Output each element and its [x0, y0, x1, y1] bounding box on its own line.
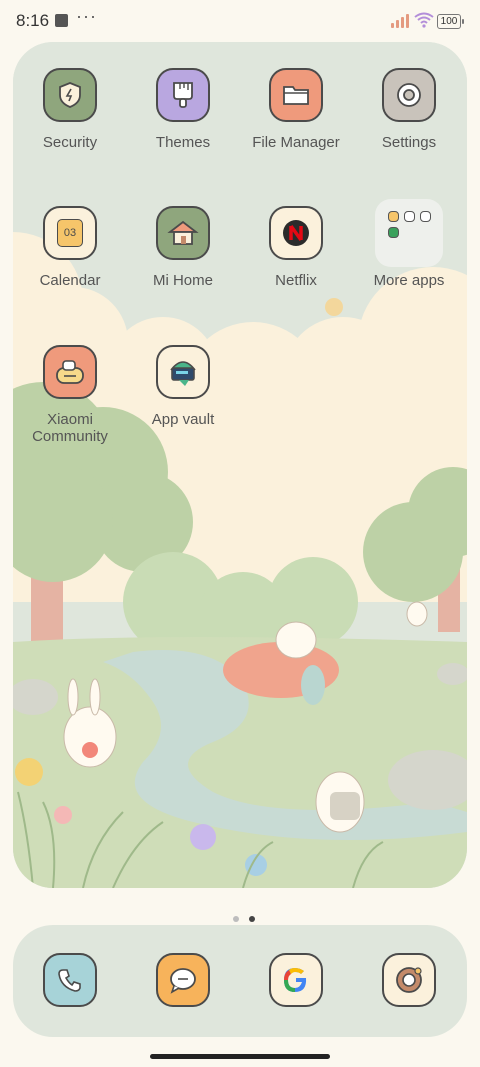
dock — [13, 925, 467, 1037]
app-app-vault[interactable]: App vault — [128, 345, 238, 428]
app-label: File Manager — [252, 134, 340, 151]
app-settings[interactable]: Settings — [354, 68, 464, 151]
app-security[interactable]: Security — [15, 68, 125, 151]
page-dot — [233, 916, 239, 922]
app-mi-home[interactable]: Mi Home — [128, 206, 238, 289]
app-xiaomi-community[interactable]: Xiaomi Community — [15, 345, 125, 445]
gear-icon — [382, 68, 436, 122]
app-label: More apps — [373, 272, 445, 289]
status-bar: 8:16 ··· 100 — [0, 0, 480, 42]
app-label: Mi Home — [152, 272, 213, 289]
wifi-icon — [414, 12, 434, 28]
wallpaper-illustration — [13, 42, 467, 888]
status-time: 8:16 — [16, 11, 50, 30]
calendar-icon: 03 — [43, 206, 97, 260]
wallpaper — [13, 42, 467, 888]
dock-chrome[interactable] — [241, 953, 351, 1007]
app-netflix[interactable]: Netflix — [241, 206, 351, 289]
message-icon — [156, 953, 210, 1007]
app-themes[interactable]: Themes — [128, 68, 238, 151]
battery-icon: 100 — [437, 14, 464, 29]
app-label: Security — [42, 134, 98, 151]
home-indicator[interactable] — [150, 1054, 330, 1059]
app-label: App vault — [151, 411, 215, 428]
calendar-day: 03 — [57, 219, 83, 247]
brush-icon — [156, 68, 210, 122]
app-calendar[interactable]: 03 Calendar — [15, 206, 125, 289]
netflix-icon — [269, 206, 323, 260]
phone-icon — [43, 953, 97, 1007]
camera-icon — [382, 953, 436, 1007]
app-label: Xiaomi Community — [32, 411, 108, 445]
app-label: Themes — [155, 134, 211, 151]
signal-icon — [391, 14, 409, 28]
folder-icon — [269, 68, 323, 122]
app-label: Netflix — [275, 272, 317, 289]
shield-icon — [43, 68, 97, 122]
google-icon — [269, 953, 323, 1007]
house-icon — [156, 206, 210, 260]
dock-phone[interactable] — [15, 953, 125, 1007]
dock-camera[interactable] — [354, 953, 464, 1007]
app-label: Settings — [381, 134, 437, 151]
app-label: Calendar — [39, 272, 101, 289]
folder-more-apps[interactable]: More apps — [354, 199, 464, 289]
dock-messages[interactable] — [128, 953, 238, 1007]
more-notifications-icon: ··· — [76, 6, 97, 26]
notification-icon — [55, 14, 68, 27]
page-dot-active — [249, 916, 255, 922]
app-vault-icon — [156, 345, 210, 399]
folder-icon — [375, 199, 443, 267]
app-file-manager[interactable]: File Manager — [241, 68, 351, 151]
community-icon — [43, 345, 97, 399]
